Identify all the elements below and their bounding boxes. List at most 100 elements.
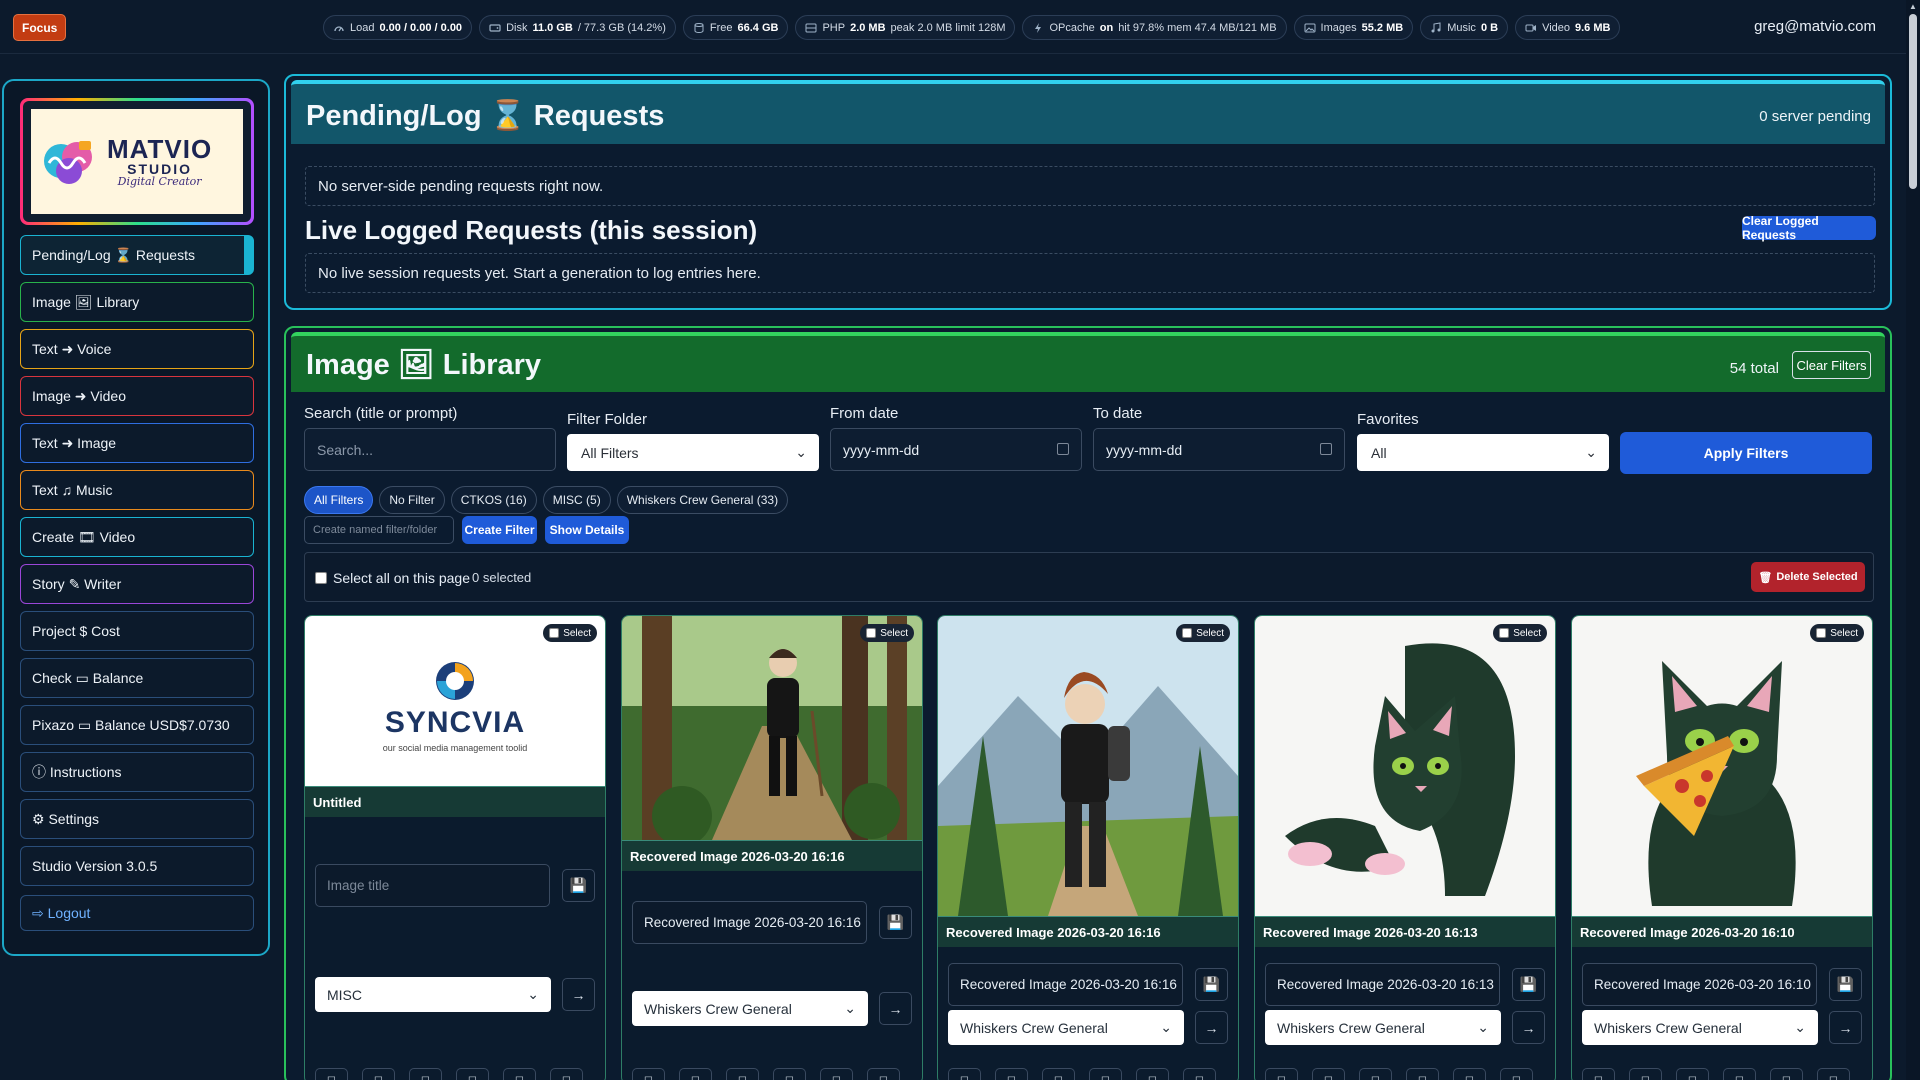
move-arrow-icon[interactable]: →: [1829, 1011, 1862, 1044]
sidebar-item-3[interactable]: Image ➜ Video: [20, 376, 254, 416]
user-email[interactable]: greg@matvio.com: [1754, 18, 1876, 35]
move-arrow-icon[interactable]: →: [1512, 1011, 1545, 1044]
to-date-input[interactable]: yyyy-mm-dd: [1093, 428, 1345, 471]
select-all-checkbox[interactable]: [315, 572, 327, 584]
card-select-checkbox[interactable]: [866, 628, 877, 638]
card-select-checkbox[interactable]: [1182, 628, 1193, 638]
image-card[interactable]: Select Recovered Image 2026-03-20 16:16 Re…: [937, 615, 1239, 1080]
sidebar-item-12[interactable]: ⚙ Settings: [20, 799, 254, 839]
clear-filters-button[interactable]: Clear Filters: [1792, 351, 1871, 379]
sidebar-item-9[interactable]: Check ▭ Balance: [20, 658, 254, 698]
card-select-checkbox[interactable]: [1499, 628, 1510, 638]
sidebar-item-10[interactable]: Pixazo ▭ Balance USD$7.0730: [20, 705, 254, 745]
sidebar-item-6[interactable]: Create 🎞 Video: [20, 517, 254, 557]
move-arrow-icon[interactable]: →: [562, 978, 595, 1011]
apply-filters-button[interactable]: Apply Filters: [1620, 432, 1872, 474]
create-filter-button[interactable]: Create Filter: [462, 516, 537, 544]
image-card[interactable]: Select Recovered Image 2026-03-20 16:13 Re…: [1254, 615, 1556, 1080]
save-icon[interactable]: 💾: [562, 869, 595, 902]
from-date-input[interactable]: yyyy-mm-dd: [830, 428, 1082, 471]
card-folder-select[interactable]: Whiskers Crew General ⌄: [1582, 1010, 1818, 1045]
move-arrow-icon[interactable]: →: [879, 992, 912, 1025]
card-action-icon[interactable]: ◻: [409, 1068, 442, 1080]
sidebar-item-13[interactable]: Studio Version 3.0.5: [20, 846, 254, 886]
card-action-icon[interactable]: ◻: [1136, 1068, 1169, 1080]
calendar-icon[interactable]: [1320, 443, 1332, 455]
search-input[interactable]: Search...: [304, 428, 556, 471]
card-action-icon[interactable]: ◻: [550, 1068, 583, 1080]
sidebar-item-2[interactable]: Text ➜ Voice: [20, 329, 254, 369]
card-action-icon[interactable]: ◻: [1183, 1068, 1216, 1080]
delete-selected-button[interactable]: 🗑 Delete Selected: [1751, 562, 1865, 592]
card-image[interactable]: [1572, 616, 1872, 916]
card-action-icon[interactable]: ◻: [820, 1068, 853, 1080]
save-icon[interactable]: 💾: [879, 906, 912, 939]
card-select[interactable]: Select: [1493, 624, 1547, 642]
card-action-icon[interactable]: ◻: [315, 1068, 348, 1080]
card-action-icon[interactable]: ◻: [726, 1068, 759, 1080]
select-all-control[interactable]: Select all on this page: [315, 570, 470, 586]
card-select-checkbox[interactable]: [549, 628, 560, 638]
card-title-input[interactable]: Recovered Image 2026-03-20 16:10: [1582, 963, 1817, 1006]
card-title-input[interactable]: Image title: [315, 864, 550, 907]
sidebar-item-11[interactable]: ⓘ Instructions: [20, 752, 254, 792]
calendar-icon[interactable]: [1057, 443, 1069, 455]
save-icon[interactable]: 💾: [1829, 968, 1862, 1001]
card-folder-select[interactable]: Whiskers Crew General ⌄: [1265, 1010, 1501, 1045]
page-scrollbar[interactable]: ▲: [1906, 0, 1920, 1080]
card-select-checkbox[interactable]: [1816, 628, 1827, 638]
card-action-icon[interactable]: ◻: [867, 1068, 900, 1080]
card-action-icon[interactable]: ◻: [1582, 1068, 1615, 1080]
card-action-icon[interactable]: ◻: [1676, 1068, 1709, 1080]
sidebar-item-1[interactable]: Image 🖼 Library: [20, 282, 254, 322]
card-action-icon[interactable]: ◻: [632, 1068, 665, 1080]
card-action-icon[interactable]: ◻: [1453, 1068, 1486, 1080]
sidebar-item-0[interactable]: Pending/Log ⌛ Requests: [20, 235, 254, 275]
card-select[interactable]: Select: [860, 624, 914, 642]
card-action-icon[interactable]: ◻: [1723, 1068, 1756, 1080]
image-card[interactable]: Select Recovered Image 2026-03-20 16:10 Re…: [1571, 615, 1873, 1080]
scroll-up-arrow-icon[interactable]: ▲: [1909, 3, 1917, 11]
card-action-icon[interactable]: ◻: [995, 1068, 1028, 1080]
card-title-input[interactable]: Recovered Image 2026-03-20 16:16: [632, 901, 867, 944]
card-select[interactable]: Select: [543, 624, 597, 642]
folder-chip[interactable]: CTKOS (16): [450, 486, 537, 514]
card-action-icon[interactable]: ◻: [1500, 1068, 1533, 1080]
card-folder-select[interactable]: Whiskers Crew General ⌄: [948, 1010, 1184, 1045]
card-action-icon[interactable]: ◻: [1406, 1068, 1439, 1080]
card-action-icon[interactable]: ◻: [1312, 1068, 1345, 1080]
move-arrow-icon[interactable]: →: [1195, 1011, 1228, 1044]
scroll-thumb[interactable]: [1909, 14, 1917, 189]
card-action-icon[interactable]: ◻: [1359, 1068, 1392, 1080]
folder-select[interactable]: All Filters ⌄: [567, 434, 819, 471]
card-select[interactable]: Select: [1810, 624, 1864, 642]
card-action-icon[interactable]: ◻: [773, 1068, 806, 1080]
favorites-select[interactable]: All ⌄: [1357, 434, 1609, 471]
named-filter-input[interactable]: Create named filter/folder: [304, 516, 454, 544]
sidebar-item-7[interactable]: Story ✎ Writer: [20, 564, 254, 604]
image-card[interactable]: SYNCVIA our social media management tooli…: [304, 615, 606, 1080]
card-action-icon[interactable]: ◻: [503, 1068, 536, 1080]
card-action-icon[interactable]: ◻: [1817, 1068, 1850, 1080]
card-title-input[interactable]: Recovered Image 2026-03-20 16:16: [948, 963, 1183, 1006]
card-action-icon[interactable]: ◻: [1265, 1068, 1298, 1080]
focus-button[interactable]: Focus: [13, 14, 67, 41]
card-action-icon[interactable]: ◻: [679, 1068, 712, 1080]
sidebar-item-14[interactable]: ⇨ Logout: [20, 895, 254, 931]
card-action-icon[interactable]: ◻: [1089, 1068, 1122, 1080]
sidebar-item-5[interactable]: Text ♫ Music: [20, 470, 254, 510]
card-action-icon[interactable]: ◻: [1770, 1068, 1803, 1080]
card-action-icon[interactable]: ◻: [1042, 1068, 1075, 1080]
image-card[interactable]: Select Recovered Image 2026-03-20 16:16 Re…: [621, 615, 923, 1080]
sidebar-item-8[interactable]: Project $ Cost: [20, 611, 254, 651]
card-action-icon[interactable]: ◻: [948, 1068, 981, 1080]
card-action-icon[interactable]: ◻: [362, 1068, 395, 1080]
card-title-input[interactable]: Recovered Image 2026-03-20 16:13: [1265, 963, 1500, 1006]
clear-logged-requests-button[interactable]: Clear Logged Requests: [1742, 214, 1876, 242]
save-icon[interactable]: 💾: [1512, 968, 1545, 1001]
card-image[interactable]: [622, 616, 922, 840]
card-image[interactable]: [1255, 616, 1555, 916]
show-details-button[interactable]: Show Details: [545, 516, 629, 544]
folder-chip[interactable]: No Filter: [379, 486, 445, 514]
card-action-icon[interactable]: ◻: [1629, 1068, 1662, 1080]
